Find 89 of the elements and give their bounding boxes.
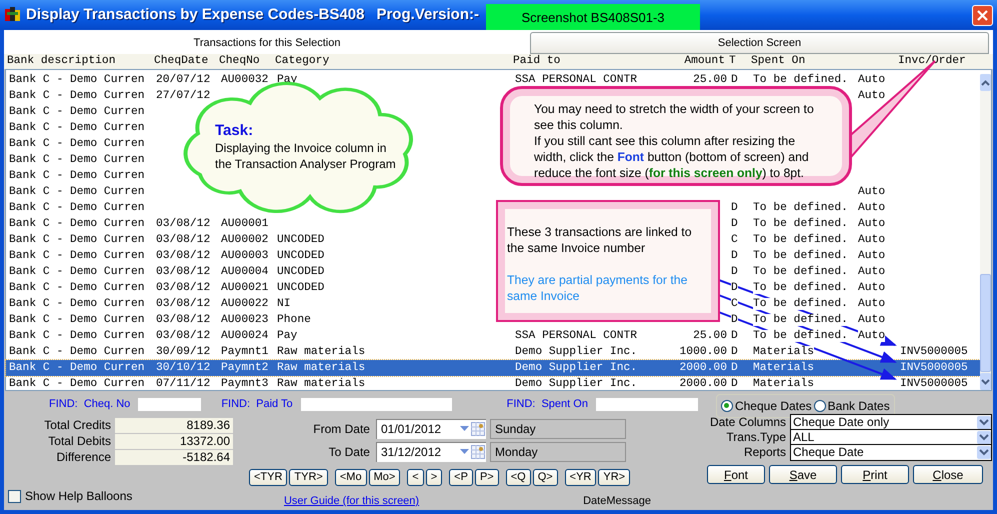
column-header: Invc/Order: [898, 55, 966, 68]
calendar-icon: [470, 445, 485, 459]
table-cell[interactable]: To be defined.: [753, 298, 848, 310]
select-label: Date Columns: [708, 414, 787, 431]
total-value: -5182.64: [115, 450, 233, 464]
task-title: Task:: [215, 122, 254, 140]
checkbox-label: Show Help Balloons: [25, 488, 132, 505]
table-cell[interactable]: To be defined.: [753, 330, 848, 342]
column-header: Amount: [684, 55, 725, 68]
date-picker[interactable]: 31/12/2012: [376, 442, 486, 462]
screenshot-label: Screenshot BS408S01-3: [486, 4, 700, 32]
table-cell[interactable]: Demo Supplier Inc.: [515, 346, 638, 358]
column-header: Paid to: [513, 55, 560, 68]
find-field[interactable]: [596, 398, 698, 410]
nav-button[interactable]: <Q: [506, 469, 531, 486]
action-button[interactable]: Font: [707, 465, 765, 484]
scroll-up-icon[interactable]: [980, 74, 991, 91]
table-cell[interactable]: Demo Supplier Inc.: [515, 378, 638, 390]
find-field[interactable]: [138, 398, 202, 410]
find-field[interactable]: [300, 398, 452, 410]
action-button[interactable]: Close: [913, 465, 983, 484]
action-button[interactable]: Save: [769, 465, 837, 484]
select-label: Reports: [742, 444, 787, 461]
date-message: DateMessage: [583, 494, 651, 509]
tab[interactable]: Selection Screen: [530, 32, 989, 54]
scroll-thumb[interactable]: [980, 274, 991, 372]
select-field[interactable]: Cheque Date only: [790, 414, 992, 430]
table-cell[interactable]: Auto: [858, 330, 886, 342]
total-value: 8189.36: [115, 418, 233, 432]
column-header: Spent On: [751, 55, 806, 68]
column-header: CheqNo: [219, 55, 260, 68]
radio-label: Cheque Dates: [734, 398, 812, 414]
scrollbar[interactable]: [980, 74, 991, 390]
table-cell[interactable]: Pay: [277, 330, 298, 342]
scroll-down-icon[interactable]: [980, 373, 991, 390]
close-button[interactable]: [972, 4, 993, 26]
select-label: Trans.Type: [725, 429, 787, 446]
close-icon: [977, 10, 988, 20]
nav-button[interactable]: Mo>: [368, 469, 400, 486]
note-text: They are partial payments for the same Invoice: [507, 272, 688, 304]
date-label: To Date: [328, 444, 371, 460]
task-text: Displaying the Invoice column in the Transaction Analyser Program: [215, 140, 397, 172]
user-guide-link[interactable]: User Guide (for this screen): [284, 493, 420, 510]
nav-button[interactable]: <: [407, 469, 424, 486]
note-text: These 3 transactions are linked to the same Invoice number: [507, 224, 693, 256]
table-cell[interactable]: To be defined.: [753, 282, 848, 294]
find-label: FIND: Cheq. No: [49, 396, 130, 412]
column-header: T: [729, 55, 736, 68]
find-label: FIND: Spent On: [506, 396, 588, 412]
radio-label: Bank Dates: [828, 398, 890, 414]
nav-button[interactable]: <Mo: [334, 469, 367, 486]
nav-button[interactable]: Q>: [532, 469, 558, 486]
nav-button[interactable]: <YR: [564, 469, 596, 486]
nav-button[interactable]: >: [426, 469, 442, 486]
app-icon: [4, 6, 22, 24]
table-cell[interactable]: Demo Supplier Inc.: [515, 362, 638, 374]
window-title: Display Transactions by Expense Codes-BS408: [26, 4, 364, 25]
total-label: Total Debits: [47, 433, 112, 450]
nav-button[interactable]: P>: [474, 469, 499, 486]
radio-button[interactable]: [720, 400, 733, 412]
checkbox[interactable]: [8, 490, 21, 502]
nav-button[interactable]: TYR>: [289, 469, 328, 486]
date-label: From Date: [312, 420, 371, 438]
total-label: Difference: [56, 449, 112, 466]
column-header: CheqDate: [154, 55, 208, 68]
dropdown-arrow-icon: [460, 426, 469, 432]
column-header: Category: [275, 55, 330, 68]
day-field: Sunday: [490, 418, 626, 438]
total-value: 13372.00: [115, 434, 233, 448]
nav-button[interactable]: <P: [449, 469, 473, 486]
day-field: Monday: [490, 442, 626, 462]
total-label: Total Credits: [43, 417, 112, 434]
table-cell[interactable]: To be defined.: [753, 314, 848, 326]
radio-button[interactable]: [814, 400, 826, 412]
action-button[interactable]: Print: [841, 465, 909, 484]
find-label: FIND: Paid To: [221, 396, 293, 412]
note-text: You may need to stretch the width of your screen to see this column.: [534, 101, 815, 133]
nav-button[interactable]: <TYR: [248, 469, 288, 486]
column-header: Bank description: [7, 55, 116, 68]
table-cell[interactable]: Paymnt2: [221, 362, 268, 374]
table-cell[interactable]: Paymnt1: [221, 346, 268, 358]
version-label: Prog.Version:-: [376, 4, 479, 25]
nav-button[interactable]: YR>: [598, 469, 630, 486]
table-cell[interactable]: Paymnt3: [221, 378, 268, 390]
note-text: If you still cant see this column after resizing the width, click the Font button (bottom of screen) and reduce the font size (for this screen only) to 8pt.: [534, 133, 810, 181]
date-picker[interactable]: 01/01/2012: [376, 418, 486, 438]
select-field[interactable]: Cheque Date: [790, 444, 992, 460]
calendar-icon: [470, 422, 485, 436]
dropdown-arrow-icon: [460, 449, 469, 455]
